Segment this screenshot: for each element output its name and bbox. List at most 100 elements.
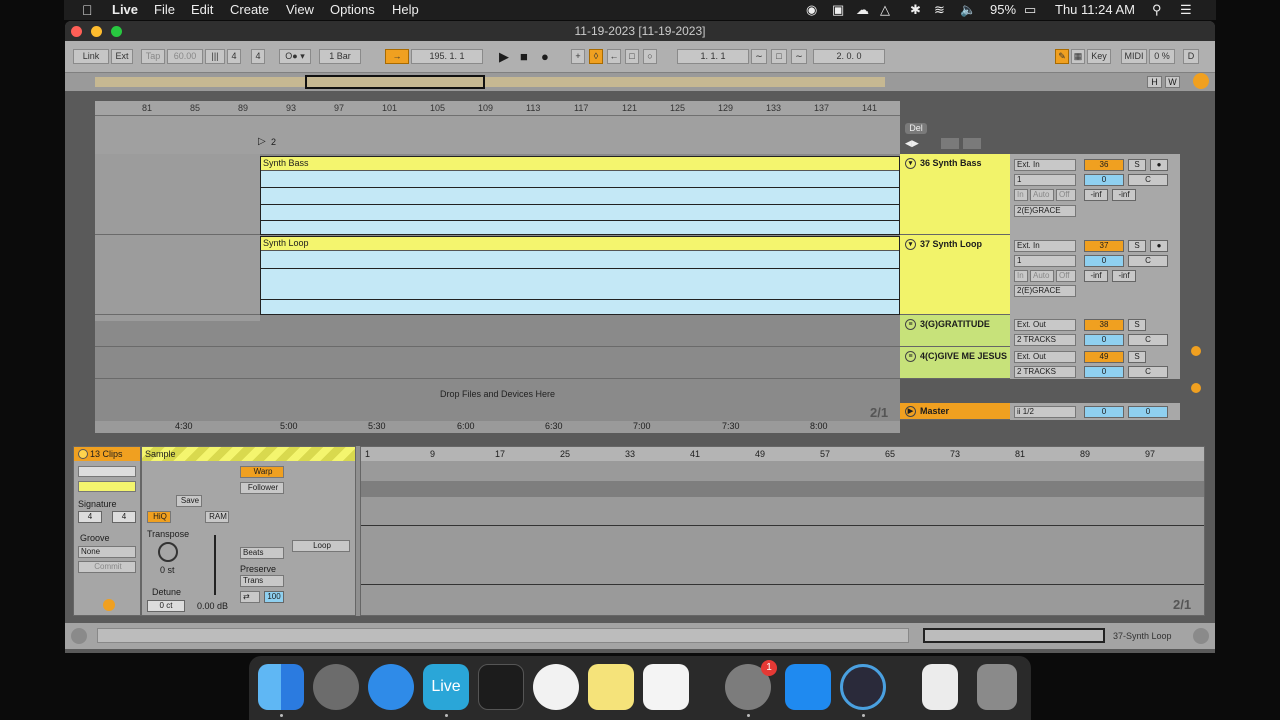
volume-field[interactable]: 0	[1084, 334, 1124, 346]
quantize-select[interactable]: 1 Bar	[319, 49, 361, 64]
info-view-toggle-icon[interactable]	[71, 628, 87, 644]
master-pan[interactable]: 0	[1128, 406, 1168, 418]
cloud-icon[interactable]: ☁	[856, 2, 869, 18]
hiq-button[interactable]: HiQ	[147, 511, 171, 523]
punch-in-icon[interactable]: ∼	[751, 49, 767, 64]
metronome-icon[interactable]: O● ▾	[279, 49, 311, 64]
stop-icon[interactable]: ■	[520, 49, 528, 64]
search-icon[interactable]: ⚲	[1152, 2, 1162, 18]
time-sig-num[interactable]: 4	[227, 49, 241, 64]
track-lane-synth-bass[interactable]: Synth Bass	[95, 154, 900, 235]
track-lane-give-me-jesus[interactable]	[95, 347, 900, 379]
tracks-select[interactable]: 2 TRACKS	[1014, 366, 1076, 378]
hot-swap-icon[interactable]	[103, 599, 115, 611]
loop-switch-icon[interactable]: □	[771, 49, 787, 64]
track-title-give-me-jesus[interactable]: ≡ 4(C)GIVE ME JESUS	[900, 347, 1010, 379]
lock-icon[interactable]	[963, 138, 981, 149]
monitor-off[interactable]: Off	[1056, 189, 1076, 201]
capture-icon[interactable]: □	[625, 49, 639, 64]
menu-view[interactable]: View	[286, 2, 314, 17]
w-button[interactable]: W	[1165, 76, 1180, 88]
volume-field[interactable]: 0	[1084, 255, 1124, 267]
monitor-in[interactable]: In	[1014, 189, 1028, 201]
computer-keyboard-icon[interactable]: ▦	[1071, 49, 1085, 64]
input-channel-select[interactable]: 1	[1014, 255, 1076, 267]
bluetooth-icon[interactable]: ✱	[910, 2, 921, 18]
midi-map-button[interactable]: MIDI	[1121, 49, 1147, 64]
tracks-select[interactable]: 2 TRACKS	[1014, 334, 1076, 346]
output-select[interactable]: Ext. Out	[1014, 351, 1076, 363]
menu-options[interactable]: Options	[330, 2, 375, 17]
master-icon[interactable]: ▶	[905, 406, 916, 417]
tempo-field[interactable]: 60.00	[167, 49, 203, 64]
launchpad-icon[interactable]	[313, 664, 359, 710]
locator-nav-icon[interactable]: ◀▶	[905, 138, 919, 149]
clip-sig-num[interactable]: 4	[78, 511, 102, 523]
track-title-synth-bass[interactable]: ▾ 36 Synth Bass	[900, 154, 1010, 235]
tap-button[interactable]: Tap	[141, 49, 165, 64]
output-select[interactable]: Ext. Out	[1014, 319, 1076, 331]
photos-icon[interactable]: ▣	[832, 2, 844, 18]
menu-help[interactable]: Help	[392, 2, 419, 17]
detail-view-toggle-icon[interactable]	[1193, 628, 1209, 644]
record-status-icon[interactable]: ◉	[806, 2, 817, 18]
notes-icon[interactable]	[588, 664, 634, 710]
volume-field[interactable]: 0	[1084, 174, 1124, 186]
automation-arm-icon[interactable]: ◊	[589, 49, 603, 64]
solo-button[interactable]: S	[1128, 319, 1146, 331]
draw-mode-icon[interactable]: ✎	[1055, 49, 1069, 64]
volume-icon[interactable]: 🔈	[960, 2, 976, 18]
clip-name-field[interactable]	[78, 466, 136, 477]
wifi-icon[interactable]: ≋	[934, 2, 945, 18]
warp-mode-select[interactable]: Beats	[240, 547, 284, 559]
solo-button[interactable]: S	[1128, 351, 1146, 363]
input-type-select[interactable]: Ext. In	[1014, 240, 1076, 252]
volume-field[interactable]: 0	[1084, 366, 1124, 378]
clip-synth-loop[interactable]: Synth Loop	[260, 236, 900, 315]
drop-zone[interactable]: Drop Files and Devices Here	[95, 389, 900, 399]
punch-out-icon[interactable]: ∼	[791, 49, 807, 64]
groove-select[interactable]: None	[78, 546, 136, 558]
arrangement-view[interactable]: Synth Bass Synth Loop Drop Files and Dev…	[95, 154, 900, 421]
loop-marker-icon[interactable]: ▷	[258, 136, 266, 147]
loop-brace[interactable]	[361, 481, 1204, 497]
track-number[interactable]: 49	[1084, 351, 1124, 363]
clip-synth-bass[interactable]: Synth Bass	[260, 156, 900, 235]
mini-overview[interactable]	[923, 628, 1105, 643]
live-icon[interactable]: Live	[423, 664, 469, 710]
finder-icon[interactable]	[258, 664, 304, 710]
output-select[interactable]: 2(E)GRACE	[1014, 205, 1076, 217]
pan-field[interactable]: C	[1128, 366, 1168, 378]
overdub-icon[interactable]: +	[571, 49, 585, 64]
clock[interactable]: Thu 11:24 AM	[1055, 2, 1135, 17]
h-button[interactable]: H	[1147, 76, 1162, 88]
zoom-button[interactable]	[111, 26, 122, 37]
transpose-knob[interactable]	[158, 542, 178, 562]
music-icon[interactable]	[533, 664, 579, 710]
safari-icon[interactable]	[368, 664, 414, 710]
output-select[interactable]: 2(E)GRACE	[1014, 285, 1076, 297]
session-record-icon[interactable]: ○	[643, 49, 657, 64]
pan-field[interactable]: C	[1128, 255, 1168, 267]
save-button[interactable]: Save	[176, 495, 202, 507]
io-toggle-icon[interactable]	[1191, 346, 1201, 356]
loop-start[interactable]: 1. 1. 1	[677, 49, 749, 64]
master-volume[interactable]: 0	[1084, 406, 1124, 418]
delete-locator-button[interactable]: Del	[905, 123, 927, 134]
monitor-off[interactable]: Off	[1056, 270, 1076, 282]
track-lane-synth-loop[interactable]: Synth Loop	[95, 235, 900, 315]
grain-field[interactable]: 100	[264, 591, 284, 603]
menu-create[interactable]: Create	[230, 2, 269, 17]
loop-length[interactable]: 2. 0. 0	[813, 49, 885, 64]
follow-icon[interactable]: →	[385, 49, 409, 64]
keyboard-icon[interactable]	[478, 664, 524, 710]
beat-time-ruler[interactable]: 81 85 89 93 97 101 105 109 113 117 121 1…	[95, 101, 900, 116]
track-title-master[interactable]: ▶ Master	[900, 403, 1010, 420]
close-button[interactable]	[71, 26, 82, 37]
commit-button[interactable]: Commit	[78, 561, 136, 573]
clip-sig-den[interactable]: 4	[112, 511, 136, 523]
eject-icon[interactable]: △	[880, 2, 890, 18]
clip-color-select[interactable]	[78, 481, 136, 492]
pan-field[interactable]: C	[1128, 174, 1168, 186]
input-channel-select[interactable]: 1	[1014, 174, 1076, 186]
